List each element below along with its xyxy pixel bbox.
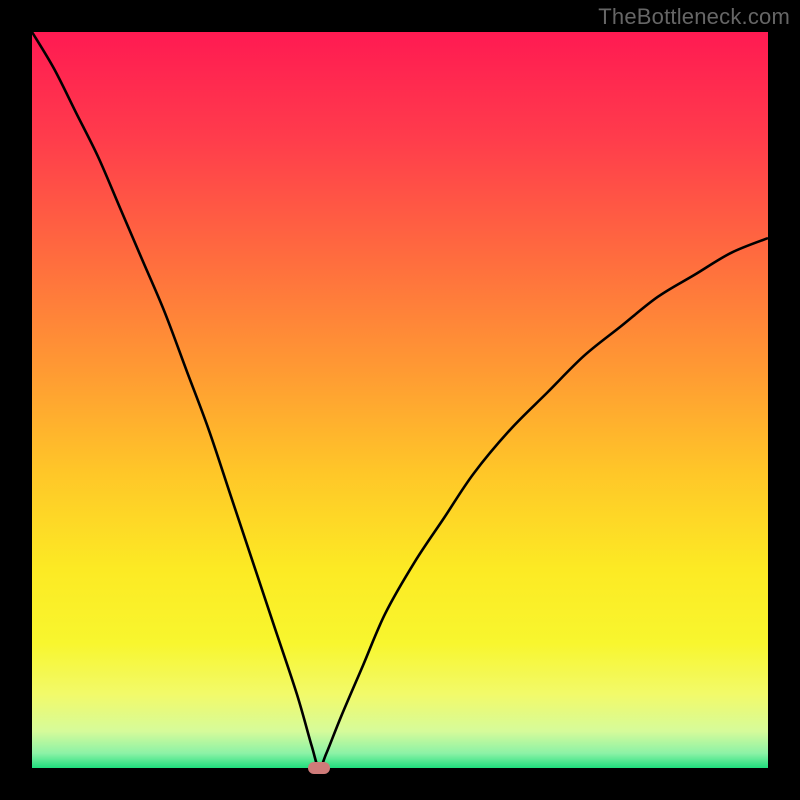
bottleneck-curve: [32, 32, 768, 768]
watermark-text: TheBottleneck.com: [598, 4, 790, 30]
curve-path: [32, 32, 768, 768]
optimum-marker: [308, 762, 330, 774]
chart-frame: TheBottleneck.com: [0, 0, 800, 800]
